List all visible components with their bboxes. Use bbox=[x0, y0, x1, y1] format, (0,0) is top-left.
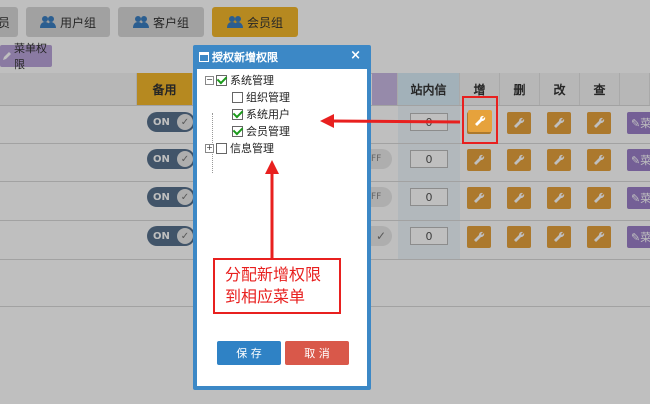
annotation-line-2: 到相应菜单 bbox=[225, 287, 306, 306]
highlighted-add-button[interactable] bbox=[468, 110, 492, 132]
annotation-line-1: 分配新增权限 bbox=[225, 265, 322, 284]
wrench-icon bbox=[475, 115, 486, 126]
arrow-to-tree bbox=[265, 160, 279, 258]
annotation-callout: 分配新增权限 到相应菜单 bbox=[213, 258, 341, 314]
arrow-to-add-button bbox=[320, 114, 461, 128]
annotation-arrows bbox=[265, 114, 461, 258]
